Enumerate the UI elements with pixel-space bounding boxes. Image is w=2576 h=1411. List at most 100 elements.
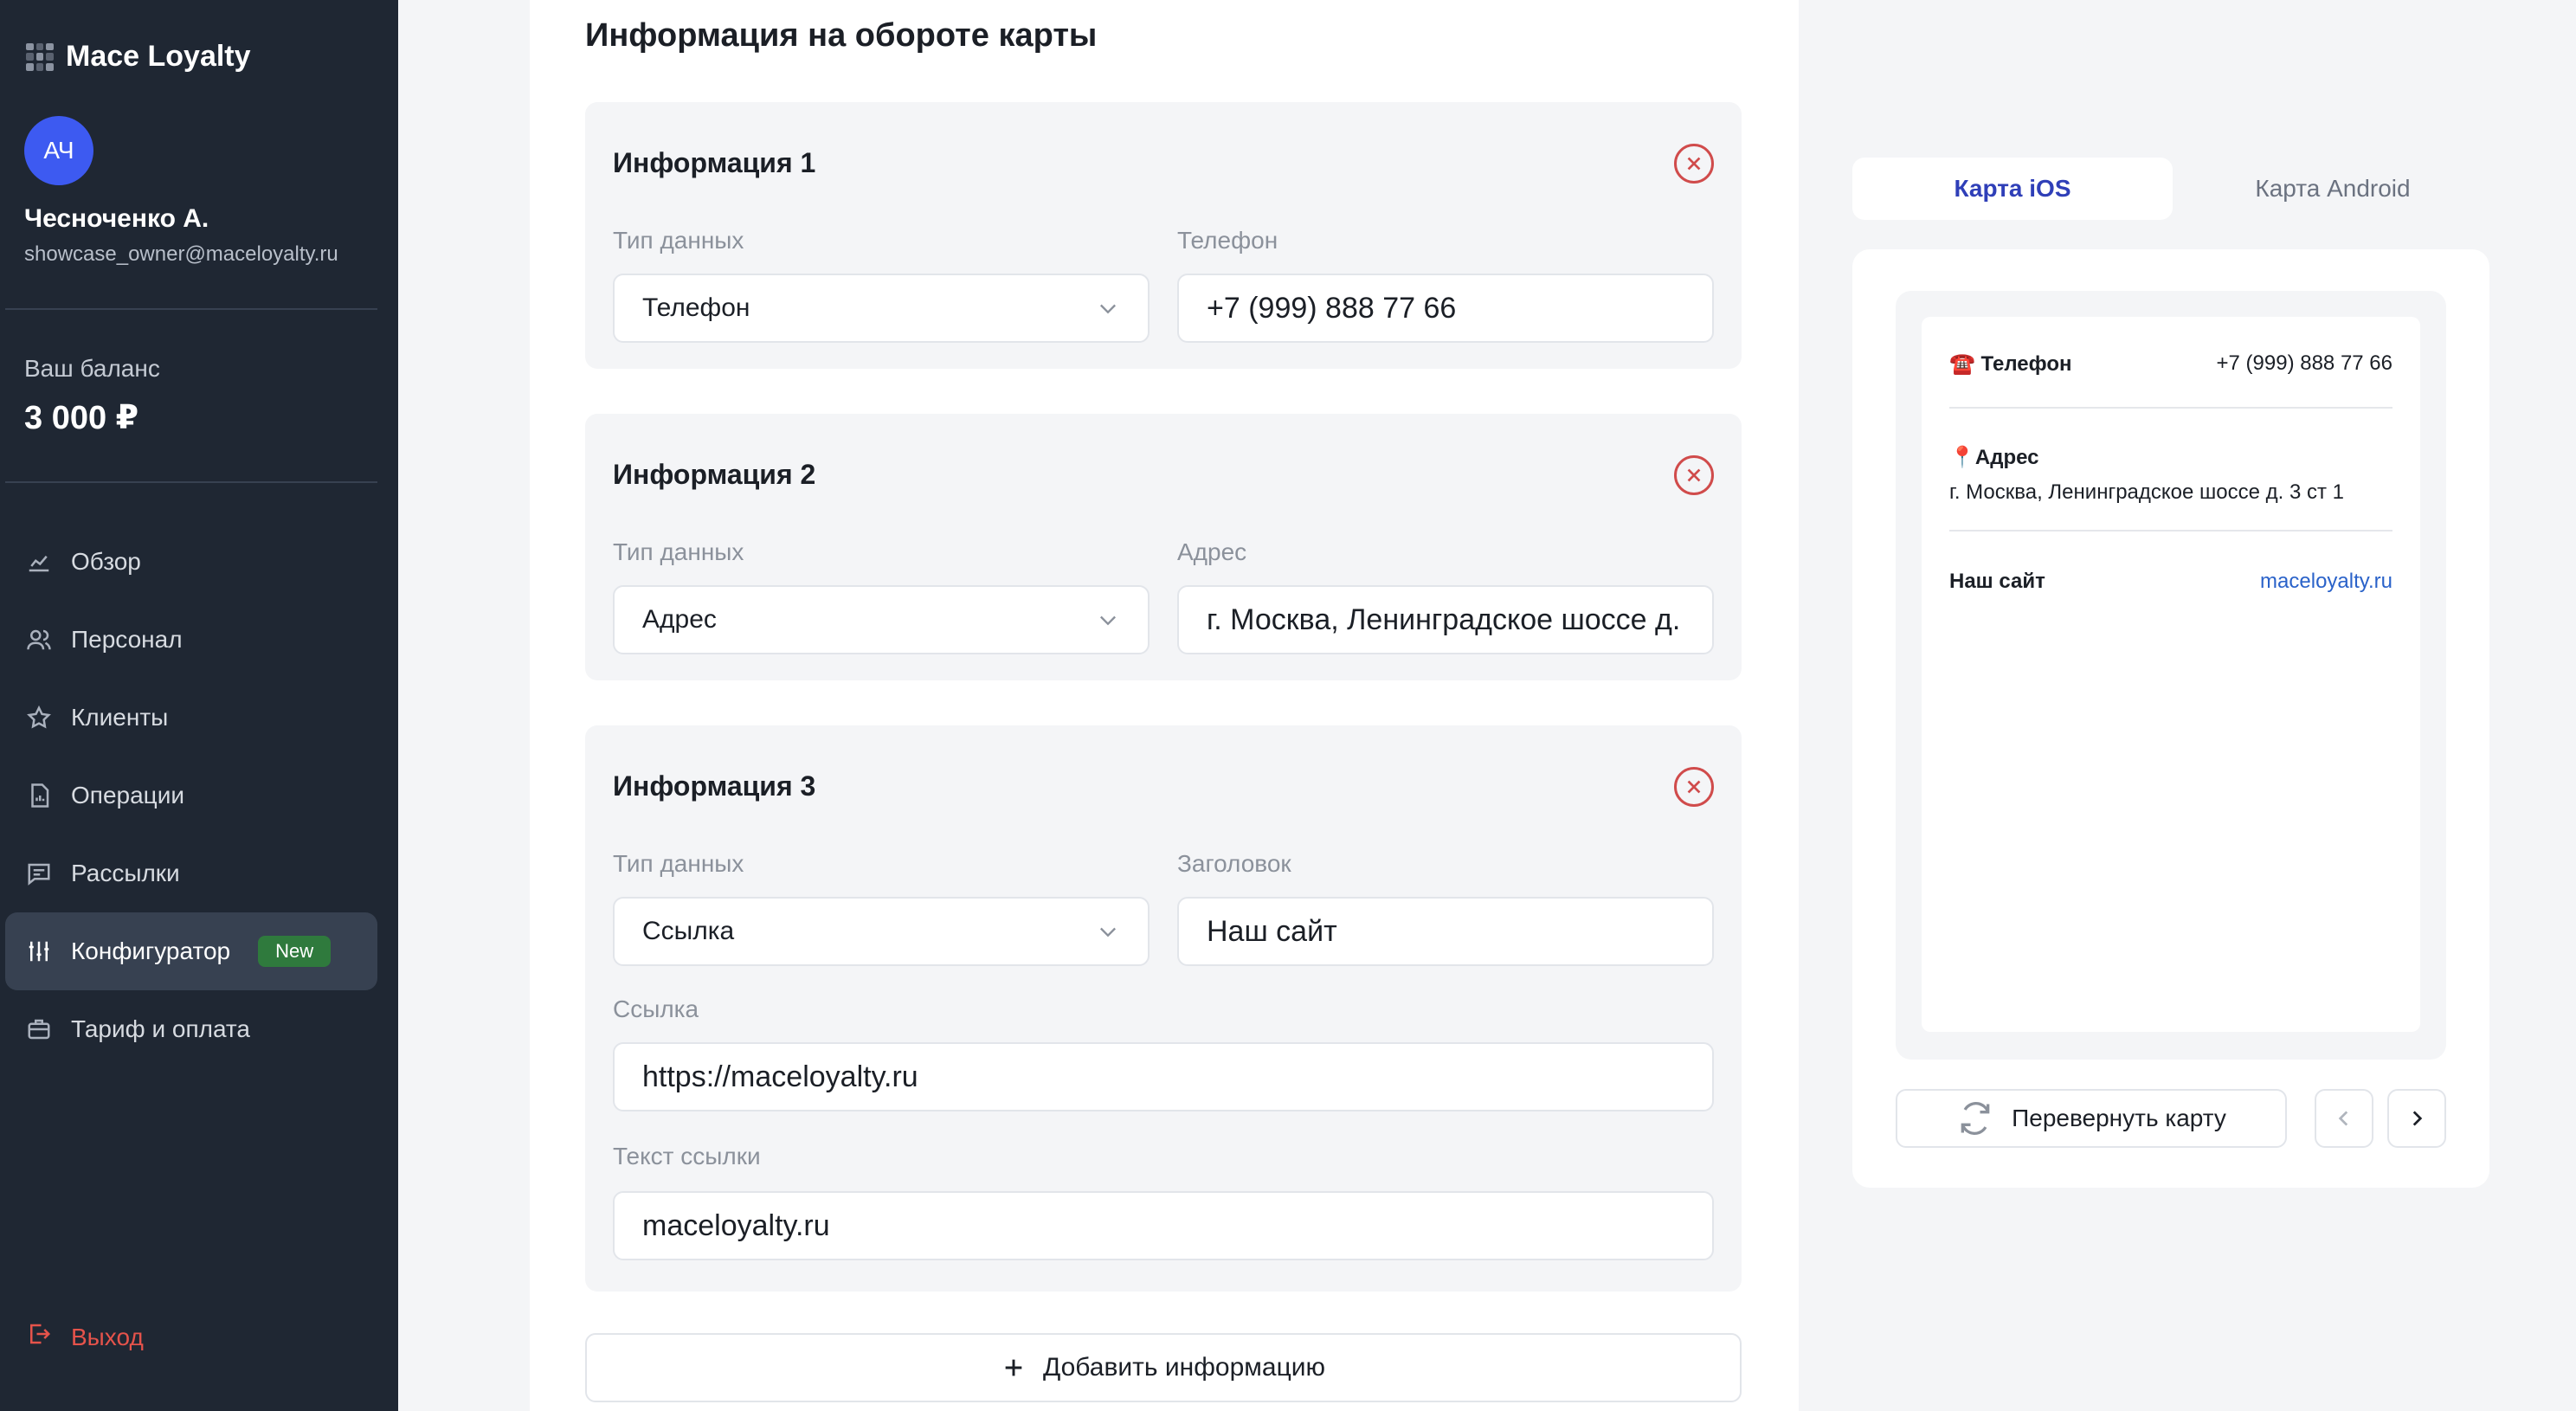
user-name: Чесноченко А. <box>24 204 209 233</box>
refresh-icon <box>1961 1101 1990 1136</box>
info-title: Информация 1 <box>613 147 816 178</box>
logout-button[interactable]: Выход <box>26 1321 144 1353</box>
balance-value: 3 000 ₽ <box>24 400 139 436</box>
divider <box>5 308 377 310</box>
link-text-label: Текст ссылки <box>613 1143 761 1169</box>
main-nav: Обзор Персонал Клиенты Операции Рассылки… <box>5 523 377 1068</box>
type-select[interactable]: Адрес <box>613 585 1150 654</box>
message-icon <box>26 860 52 886</box>
card-site-link[interactable]: maceloyalty.ru <box>2260 570 2392 594</box>
nav-item-configurator[interactable]: Конфигуратор New <box>5 912 377 990</box>
star-icon <box>26 705 52 731</box>
address-field[interactable] <box>1177 585 1714 654</box>
section-title: Информация на обороте карты <box>585 17 1098 54</box>
heading-field[interactable] <box>1177 897 1714 966</box>
card-row-address: 📍Адрес г. Москва, Ленинградское шоссе д.… <box>1949 445 2392 505</box>
briefcase-icon <box>26 1016 52 1042</box>
new-badge: New <box>258 936 332 967</box>
add-info-label: Добавить информацию <box>1042 1353 1326 1382</box>
card-preview: ☎️ Телефон +7 (999) 888 77 66 📍Адрес г. … <box>1852 249 2489 1188</box>
brand-name: Mace Loyalty <box>66 40 251 73</box>
users-icon <box>26 627 52 653</box>
divider <box>5 481 377 483</box>
nav-label: Тариф и оплата <box>71 1015 250 1042</box>
flip-card-button[interactable]: Перевернуть карту <box>1896 1089 2287 1148</box>
card-phone-value: +7 (999) 888 77 66 <box>2216 351 2393 375</box>
prev-button[interactable] <box>2315 1089 2373 1148</box>
phone-field[interactable] <box>1177 274 1714 343</box>
logout-icon <box>26 1321 52 1353</box>
add-info-button[interactable]: Добавить информацию <box>585 1333 1742 1402</box>
type-select-value: Ссылка <box>642 917 735 945</box>
sliders-icon <box>26 938 52 964</box>
logout-label: Выход <box>71 1323 144 1350</box>
card-row-phone: ☎️ Телефон +7 (999) 888 77 66 <box>1949 351 2392 377</box>
nav-label: Персонал <box>71 626 183 653</box>
value-label: Телефон <box>1177 227 1278 254</box>
card-back: ☎️ Телефон +7 (999) 888 77 66 📍Адрес г. … <box>1896 291 2446 1060</box>
chevron-right-icon <box>2412 1111 2423 1126</box>
sidebar: Mace Loyalty АЧ Чесноченко А. showcase_o… <box>0 0 398 1411</box>
avatar[interactable]: АЧ <box>24 116 93 185</box>
nav-item-mailings[interactable]: Рассылки <box>5 834 377 912</box>
close-icon <box>1687 157 1701 171</box>
address-input[interactable] <box>1207 602 1684 637</box>
info-title: Информация 3 <box>613 770 816 802</box>
user-email: showcase_owner@maceloyalty.ru <box>24 242 338 266</box>
card-site-key: Наш сайт <box>1949 570 2045 593</box>
nav-item-overview[interactable]: Обзор <box>5 523 377 601</box>
remove-info-button[interactable] <box>1674 144 1714 184</box>
nav-item-clients[interactable]: Клиенты <box>5 679 377 757</box>
nav-item-staff[interactable]: Персонал <box>5 601 377 679</box>
brand-mark-icon <box>26 42 54 71</box>
info-block-1: Информация 1 Тип данных Телефон Телефон <box>585 102 1742 369</box>
nav-item-billing[interactable]: Тариф и оплата <box>5 990 377 1068</box>
remove-info-button[interactable] <box>1674 767 1714 807</box>
tab-android-card[interactable]: Карта Android <box>2173 158 2493 220</box>
info-block-3: Информация 3 Тип данных Ссылка Заголовок… <box>585 725 1742 1292</box>
heading-label: Заголовок <box>1177 850 1291 877</box>
flip-card-label: Перевернуть карту <box>2012 1105 2226 1131</box>
nav-label: Конфигуратор <box>71 937 231 964</box>
card-address-key: 📍Адрес <box>1949 446 2039 469</box>
type-select[interactable]: Телефон <box>613 274 1150 343</box>
card-phone-key: ☎️ Телефон <box>1949 352 2072 376</box>
chevron-down-icon <box>1100 615 1116 626</box>
type-label: Тип данных <box>613 227 744 254</box>
info-title: Информация 2 <box>613 459 816 490</box>
nav-label: Операции <box>71 782 184 809</box>
tab-ios-card[interactable]: Карта iOS <box>1852 158 2173 220</box>
chart-icon <box>26 549 52 575</box>
chevron-down-icon <box>1100 304 1116 314</box>
card-back-content: ☎️ Телефон +7 (999) 888 77 66 📍Адрес г. … <box>1922 317 2420 1032</box>
nav-label: Рассылки <box>71 860 180 886</box>
type-select-value: Телефон <box>642 293 750 322</box>
chevron-left-icon <box>2338 1111 2348 1126</box>
remove-info-button[interactable] <box>1674 455 1714 495</box>
link-field[interactable] <box>613 1042 1714 1111</box>
type-label: Тип данных <box>613 538 744 565</box>
chevron-down-icon <box>1100 927 1116 937</box>
nav-label: Обзор <box>71 548 141 575</box>
type-select-value: Адрес <box>642 605 717 634</box>
phone-input[interactable] <box>1207 291 1684 325</box>
link-input[interactable] <box>642 1060 1684 1094</box>
balance-label: Ваш баланс <box>24 355 160 382</box>
close-icon <box>1687 468 1701 482</box>
document-icon <box>26 783 52 809</box>
preview-tabs: Карта iOS Карта Android <box>1852 158 2493 220</box>
link-text-input[interactable] <box>642 1208 1684 1243</box>
type-label: Тип данных <box>613 850 744 877</box>
type-select[interactable]: Ссылка <box>613 897 1150 966</box>
brand-logo[interactable]: Mace Loyalty <box>26 40 251 74</box>
info-block-2: Информация 2 Тип данных Адрес Адрес <box>585 414 1742 680</box>
link-text-field[interactable] <box>613 1191 1714 1260</box>
nav-item-operations[interactable]: Операции <box>5 757 377 834</box>
card-address-value: г. Москва, Ленинградское шоссе д. 3 ст 1 <box>1949 480 2345 504</box>
nav-label: Клиенты <box>71 704 169 731</box>
plus-icon <box>1005 1359 1022 1376</box>
heading-input[interactable] <box>1207 914 1684 949</box>
card-divider <box>1949 407 2392 409</box>
next-button[interactable] <box>2387 1089 2446 1148</box>
card-divider <box>1949 530 2392 532</box>
